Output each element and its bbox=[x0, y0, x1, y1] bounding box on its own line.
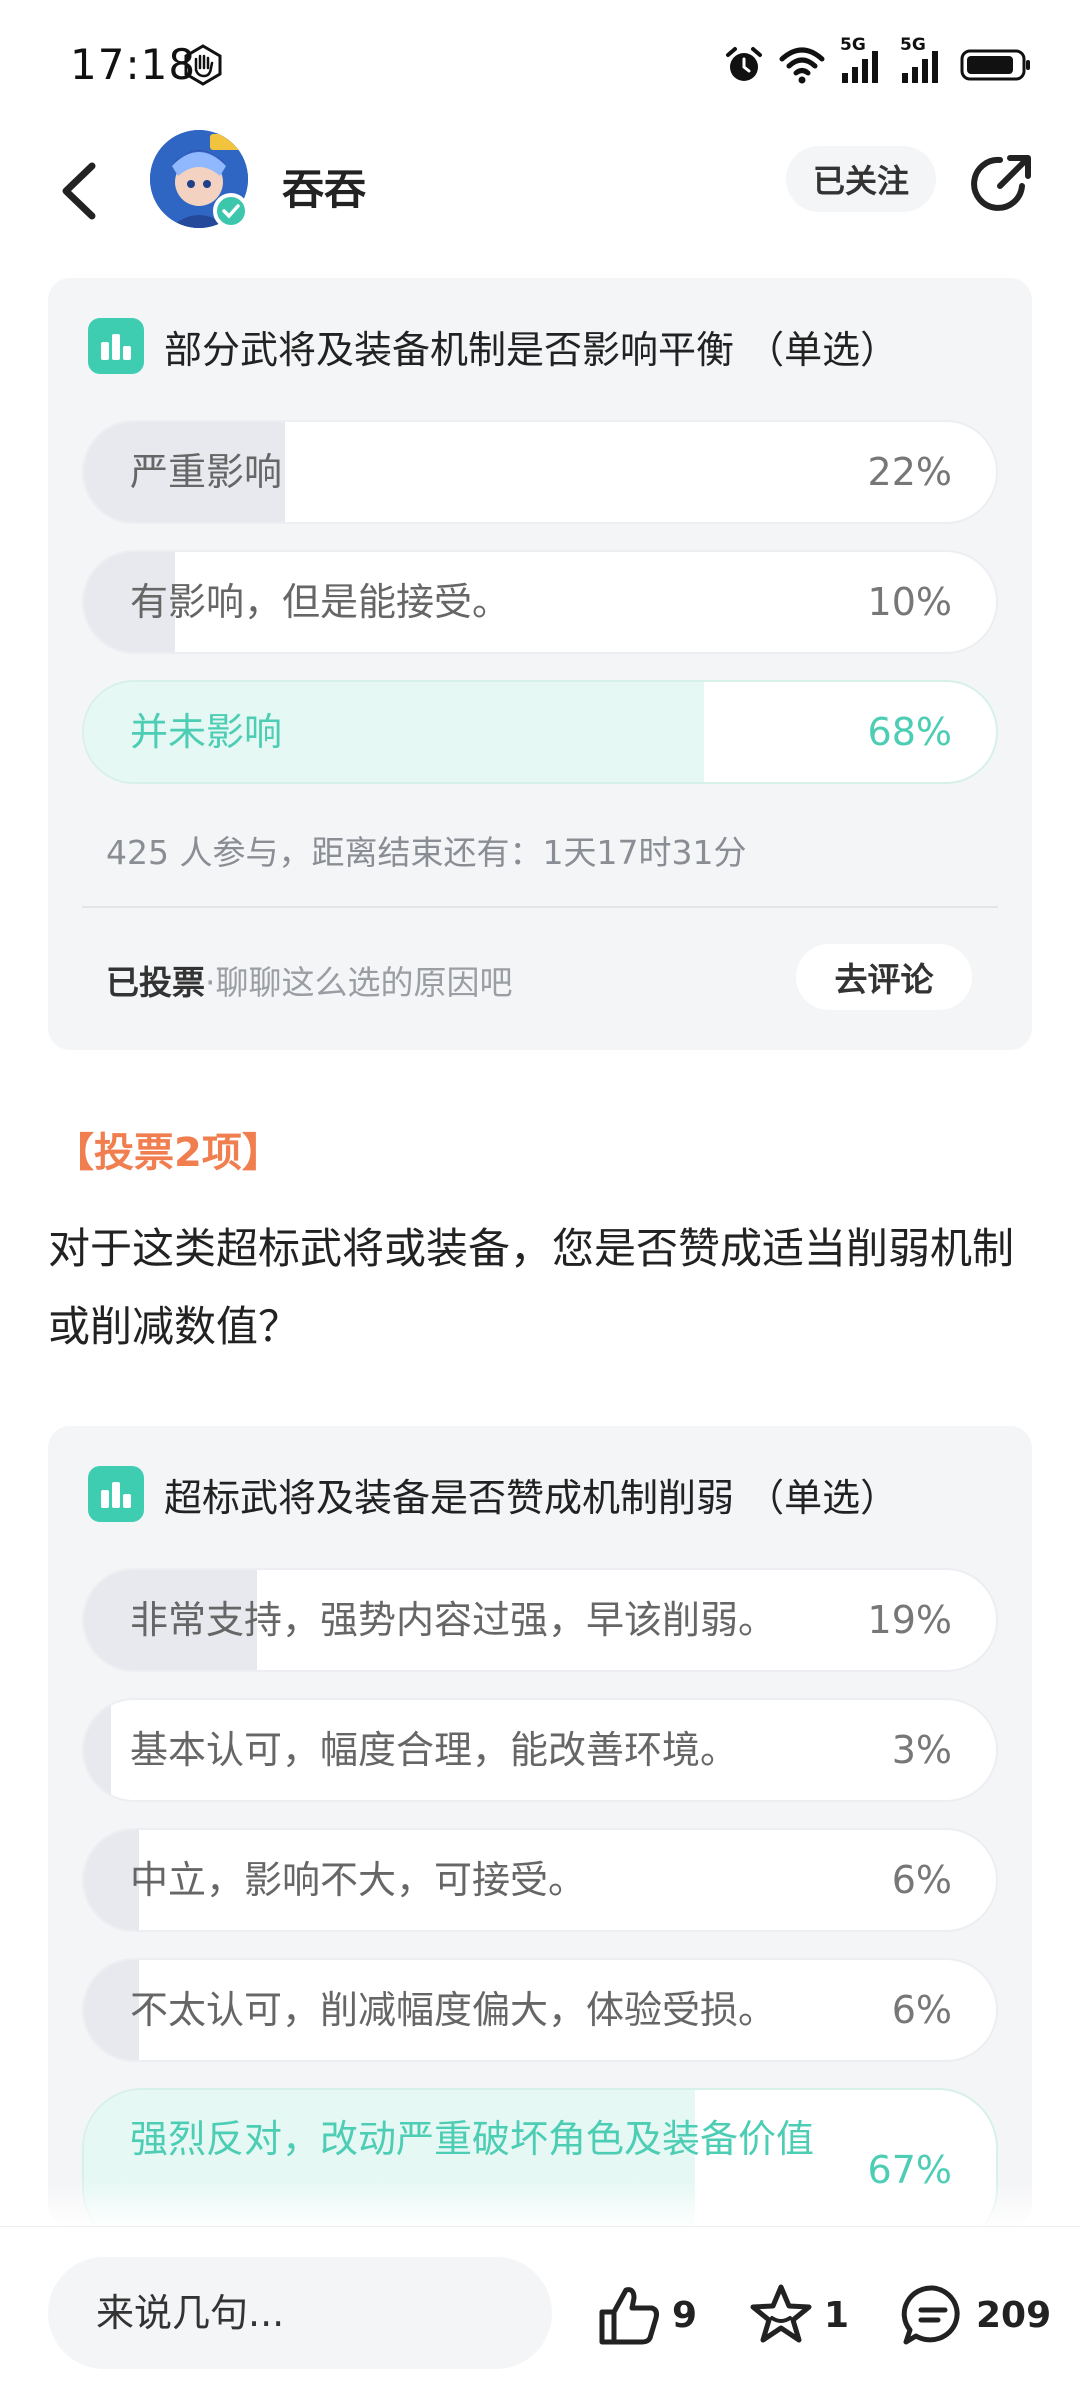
alarm-icon bbox=[726, 47, 762, 81]
poll-option-percent: 3% bbox=[891, 1728, 952, 1772]
poll-option-label: 不太认可，削减幅度偏大，体验受损。 bbox=[130, 1988, 777, 2032]
voted-status: 已投票·聊聊这么选的原因吧 bbox=[106, 956, 513, 1004]
poll-option-label: 基本认可，幅度合理，能改善环境。 bbox=[130, 1728, 739, 1772]
like-count: 9 bbox=[672, 2294, 698, 2336]
poll-header: 超标武将及装备是否赞成机制削弱 （单选） bbox=[88, 1466, 898, 1522]
comment-icon bbox=[901, 2285, 960, 2345]
status-bar: 17:18 5G 5G bbox=[0, 0, 1080, 130]
status-time: 17:18 bbox=[70, 40, 197, 89]
poll-option-selected[interactable]: 并未影响 68% bbox=[82, 680, 998, 784]
poll-option-percent: 6% bbox=[891, 1988, 952, 2032]
battery-icon bbox=[960, 49, 1030, 81]
poll-option[interactable]: 严重影响 22% bbox=[82, 420, 998, 524]
poll-option-label: 强烈反对，改动严重破坏角色及装备价值 bbox=[130, 2117, 815, 2161]
poll-title: 超标武将及装备是否赞成机制削弱 （单选） bbox=[164, 1475, 899, 1520]
poll-option-label: 并未影响 bbox=[130, 710, 283, 754]
verified-icon bbox=[213, 193, 249, 229]
voted-label: 已投票 bbox=[106, 963, 205, 1002]
comment-button[interactable]: 209 bbox=[900, 2275, 1051, 2355]
poll-option-percent: 68% bbox=[867, 710, 952, 754]
poll-option-label: 中立，影响不大，可接受。 bbox=[130, 1858, 587, 1902]
vote-section-tag: 【投票2项】 bbox=[54, 1130, 282, 1176]
network-label: 5G bbox=[840, 35, 866, 55]
favorite-count: 1 bbox=[824, 2294, 850, 2336]
poll-chart-icon bbox=[88, 318, 144, 374]
poll-header: 部分武将及装备机制是否影响平衡 （单选） bbox=[88, 318, 898, 374]
poll-meta: 425 人参与，距离结束还有：1天17时31分 bbox=[106, 833, 747, 872]
poll-option[interactable]: 基本认可，幅度合理，能改善环境。 3% bbox=[82, 1698, 998, 1802]
poll-option-percent: 22% bbox=[867, 450, 952, 494]
poll-option[interactable]: 非常支持，强势内容过强，早该削弱。 19% bbox=[82, 1568, 998, 1672]
signal-group-1: 5G bbox=[840, 35, 886, 85]
comment-count: 209 bbox=[976, 2294, 1052, 2336]
share-icon[interactable] bbox=[970, 150, 1036, 216]
poll-option-percent: 6% bbox=[891, 1858, 952, 1902]
poll-option-label: 非常支持，强势内容过强，早该削弱。 bbox=[130, 1598, 777, 1642]
poll-option-percent: 19% bbox=[867, 1598, 952, 1642]
star-icon bbox=[750, 2284, 812, 2343]
poll-option[interactable]: 不太认可，削减幅度偏大，体验受损。 6% bbox=[82, 1958, 998, 2062]
poll-card-1: 部分武将及装备机制是否影响平衡 （单选） 严重影响 22% 有影响，但是能接受。… bbox=[48, 278, 1032, 1050]
divider bbox=[82, 906, 998, 908]
poll-option-label: 严重影响 bbox=[130, 450, 283, 494]
scroll-fade bbox=[0, 2180, 1080, 2226]
hand-icon bbox=[184, 44, 222, 86]
go-comment-button[interactable]: 去评论 bbox=[796, 944, 972, 1010]
like-button[interactable]: 9 bbox=[596, 2275, 697, 2355]
comment-input[interactable]: 来说几句... bbox=[48, 2257, 552, 2369]
signal-group-2: 5G bbox=[900, 35, 946, 85]
poll-option-label: 有影响，但是能接受。 bbox=[130, 580, 511, 624]
poll-option-fill bbox=[84, 1700, 112, 1800]
back-arrow-icon[interactable] bbox=[52, 156, 112, 226]
follow-button[interactable]: 已关注 bbox=[786, 146, 936, 212]
bottom-bar: 来说几句... 9 1 209 bbox=[0, 2226, 1080, 2399]
username[interactable]: 吞吞 bbox=[282, 156, 366, 217]
poll-card-2: 超标武将及装备是否赞成机制削弱 （单选） 非常支持，强势内容过强，早该削弱。 1… bbox=[48, 1426, 1032, 2248]
voted-hint: ·聊聊这么选的原因吧 bbox=[205, 963, 513, 1002]
poll-chart-icon bbox=[88, 1466, 144, 1522]
thumbs-up-icon bbox=[599, 2287, 659, 2345]
favorite-button[interactable]: 1 bbox=[748, 2275, 849, 2355]
network-label: 5G bbox=[900, 35, 926, 55]
poll-option[interactable]: 有影响，但是能接受。 10% bbox=[82, 550, 998, 654]
wifi-icon bbox=[779, 47, 825, 84]
poll-option[interactable]: 中立，影响不大，可接受。 6% bbox=[82, 1828, 998, 1932]
poll-title: 部分武将及装备机制是否影响平衡 （单选） bbox=[164, 327, 899, 372]
poll-option-percent: 10% bbox=[867, 580, 952, 624]
top-bar: 吞吞 已关注 bbox=[0, 130, 1080, 250]
question-text: 对于这类超标武将或装备，您是否赞成适当削弱机制或削减数值？ bbox=[48, 1224, 1015, 1351]
